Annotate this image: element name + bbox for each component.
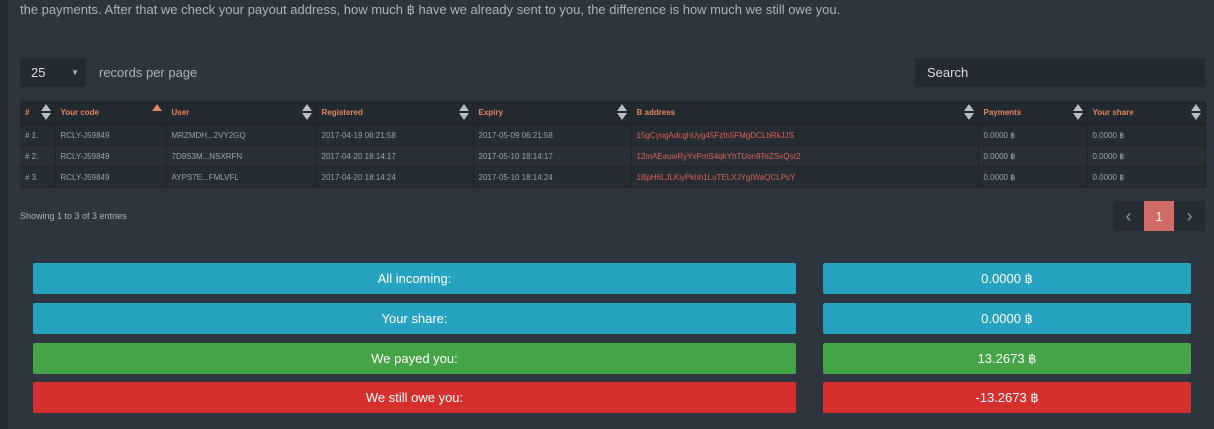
sort-icon: [458, 104, 469, 120]
we-payed-you-label: We payed you:: [33, 343, 796, 374]
referrals-table: # Your code User Registered Expiry B add…: [20, 101, 1206, 188]
cell-registered: 2017-04-19 06:21:58: [316, 124, 474, 146]
col-header-your-share[interactable]: Your share: [1087, 101, 1206, 125]
cell-share: 0.0000 ฿: [1087, 124, 1206, 146]
cell-code: RCLY-J59849: [55, 124, 167, 146]
sort-icon: [40, 104, 51, 120]
cell-registered: 2017-04-20 18:14:17: [316, 145, 474, 167]
sort-icon: [1072, 104, 1083, 120]
table-row: # 1. RCLY-J59849 MRZMDH...2VY2GQ 2017-04…: [20, 124, 1206, 146]
col-header-b-address[interactable]: B address: [631, 101, 979, 125]
col-header-payments[interactable]: Payments: [978, 101, 1088, 125]
col-header-expiry[interactable]: Expiry: [473, 101, 632, 125]
col-header-number[interactable]: #: [20, 101, 56, 125]
pagination-next-button[interactable]: ›: [1174, 201, 1205, 231]
cell-address: 15gCyogAdcghUyg45Fzfn5FMgDCLbRkJJS: [631, 124, 979, 146]
pagination-prev-button[interactable]: ‹: [1113, 201, 1144, 231]
cell-number: # 1.: [20, 124, 56, 146]
table-row: # 2. RCLY-J59849 7D9S3M...NSXRFN 2017-04…: [20, 145, 1206, 167]
table-header-row: # Your code User Registered Expiry B add…: [20, 101, 1206, 125]
pagination-page-1[interactable]: 1: [1144, 201, 1174, 231]
col-header-user[interactable]: User: [166, 101, 317, 125]
cell-number: # 2.: [20, 145, 56, 167]
pagination: ‹ 1 ›: [1113, 201, 1205, 231]
cell-user: AYPS7E...FMLVFL: [166, 166, 317, 188]
cell-payments: 0.0000 ฿: [978, 124, 1088, 146]
cell-expiry: 2017-05-10 18:14:17: [473, 145, 632, 167]
cell-share: 0.0000 ฿: [1087, 166, 1206, 188]
cell-expiry: 2017-05-09 06:21:58: [473, 124, 632, 146]
we-payed-you-value: 13.2673 ฿: [823, 343, 1191, 374]
table-info: Showing 1 to 3 of 3 entries: [20, 211, 127, 221]
cell-expiry: 2017-05-10 18:14:24: [473, 166, 632, 188]
cell-user: 7D9S3M...NSXRFN: [166, 145, 317, 167]
cell-registered: 2017-04-20 18:14:24: [316, 166, 474, 188]
cell-code: RCLY-J59849: [55, 145, 167, 167]
records-per-page-select[interactable]: 25 ▼: [20, 58, 86, 87]
all-incoming-label: All incoming:: [33, 263, 796, 294]
cell-payments: 0.0000 ฿: [978, 166, 1088, 188]
your-share-value: 0.0000 ฿: [823, 303, 1191, 334]
we-still-owe-you-value: -13.2673 ฿: [823, 382, 1191, 413]
cell-number: # 3.: [20, 166, 56, 188]
left-edge-strip: [0, 0, 8, 429]
records-per-page-label: records per page: [99, 65, 198, 80]
sort-ascending-icon: [151, 104, 162, 120]
cell-user: MRZMDH...2VY2GQ: [166, 124, 317, 146]
cell-payments: 0.0000 ฿: [978, 145, 1088, 167]
sort-icon: [1190, 104, 1201, 120]
cell-address: 1BpH6LJLKiyPkhh1LuTELXJYgtWaQCLPsY: [631, 166, 979, 188]
cell-code: RCLY-J59849: [55, 166, 167, 188]
table-row: # 3. RCLY-J59849 AYPS7E...FMLVFL 2017-04…: [20, 166, 1206, 188]
your-share-label: Your share:: [33, 303, 796, 334]
chevron-down-icon: ▼: [71, 68, 79, 77]
cell-address: 12mAEeuwRyYxPmS4qkYhTUon9TeZSxQsr2: [631, 145, 979, 167]
sort-icon: [616, 104, 627, 120]
records-per-page-value: 25: [31, 65, 46, 80]
sort-icon: [301, 104, 312, 120]
we-still-owe-you-label: We still owe you:: [33, 382, 796, 413]
col-header-registered[interactable]: Registered: [316, 101, 474, 125]
search-input[interactable]: [915, 58, 1205, 87]
all-incoming-value: 0.0000 ฿: [823, 263, 1191, 294]
intro-text: the payments. After that we check your p…: [20, 2, 841, 17]
cell-share: 0.0000 ฿: [1087, 145, 1206, 167]
col-header-your-code[interactable]: Your code: [55, 101, 167, 125]
sort-icon: [963, 104, 974, 120]
